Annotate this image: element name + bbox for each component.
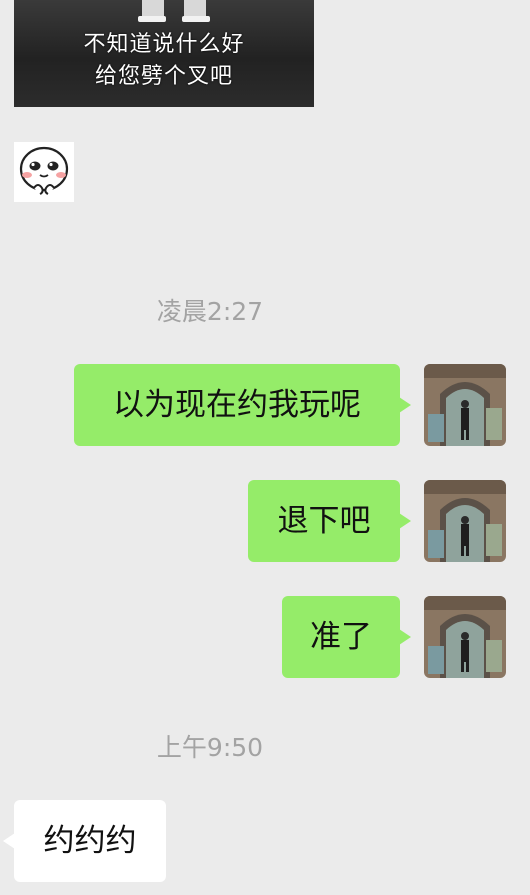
meme-figure-legs bbox=[138, 0, 210, 22]
message-text: 以为现在约我玩呢 bbox=[113, 387, 361, 423]
sent-message-bubble[interactable]: 准了 bbox=[282, 596, 411, 678]
avatar-photo-icon bbox=[424, 596, 506, 678]
cartoon-face-sticker-icon bbox=[19, 146, 69, 195]
meme-caption-line2: 给您劈个叉吧 bbox=[94, 64, 233, 89]
meme-image-message[interactable]: 不知道说什么好 给您劈个叉吧 bbox=[14, 0, 314, 107]
user-avatar[interactable] bbox=[424, 364, 506, 446]
sent-message-bubble[interactable]: 退下吧 bbox=[248, 480, 411, 562]
avatar-photo-icon bbox=[424, 480, 506, 562]
user-avatar[interactable] bbox=[424, 480, 506, 562]
sticker-message[interactable] bbox=[14, 142, 74, 202]
message-text: 退下吧 bbox=[277, 503, 371, 539]
avatar-photo-icon bbox=[424, 364, 506, 446]
timestamp: 凌晨2:27 bbox=[156, 297, 264, 326]
received-message-bubble[interactable]: 约约约 bbox=[3, 800, 166, 882]
timestamp: 上午9:50 bbox=[156, 733, 264, 762]
meme-caption-line1: 不知道说什么好 bbox=[83, 32, 245, 57]
message-text: 约约约 bbox=[43, 823, 137, 859]
message-text: 准了 bbox=[310, 619, 372, 655]
user-avatar[interactable] bbox=[424, 596, 506, 678]
sent-message-bubble[interactable]: 以为现在约我玩呢 bbox=[74, 364, 411, 446]
